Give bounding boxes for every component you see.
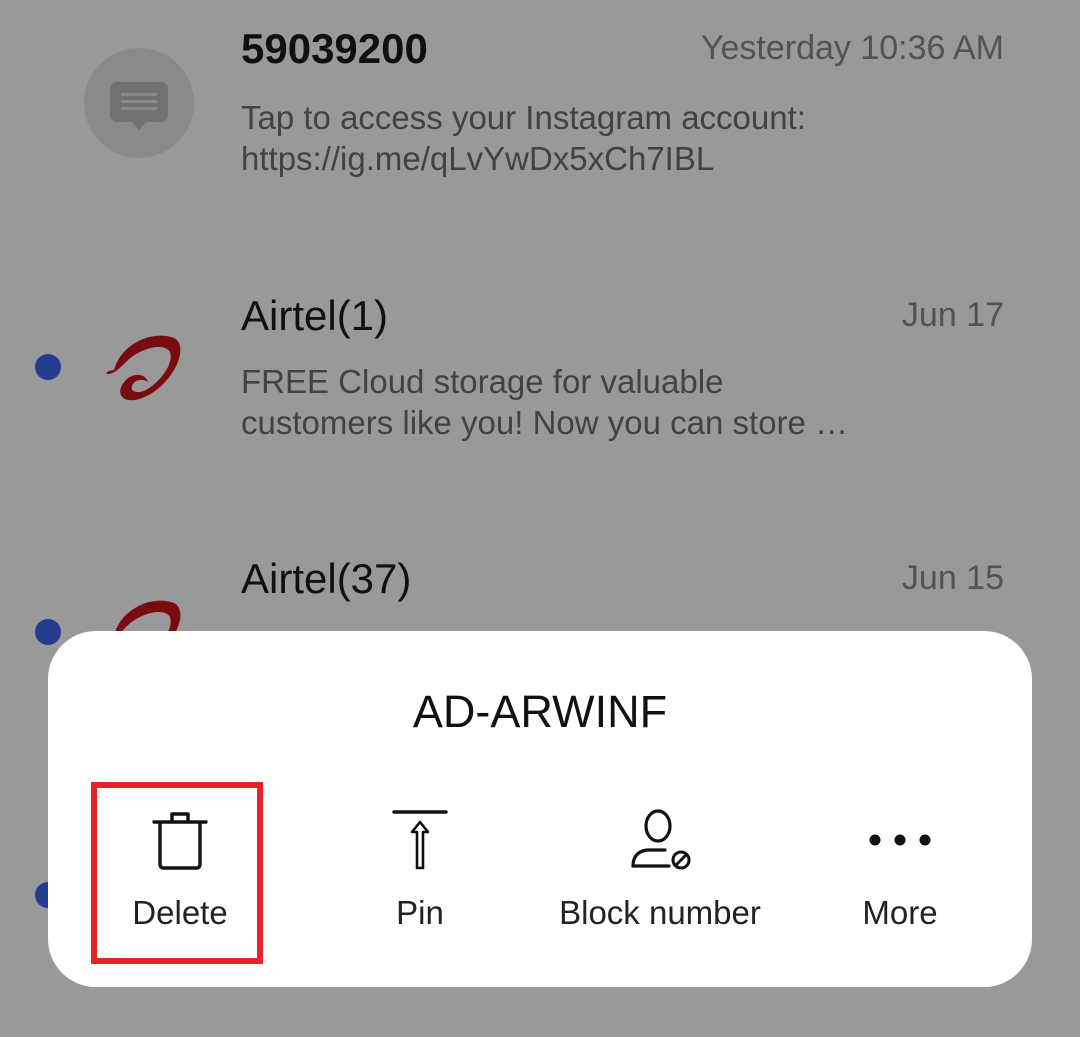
sheet-title: AD-ARWINF [412, 686, 668, 737]
delete-highlight-box [91, 782, 263, 964]
pin-icon [300, 800, 540, 880]
more-button[interactable]: More [780, 790, 1020, 960]
block-user-icon [540, 800, 780, 880]
more-icon [780, 800, 1020, 880]
pin-button[interactable]: Pin [300, 790, 540, 960]
more-label: More [862, 894, 938, 931]
block-number-button[interactable]: Block number [540, 790, 780, 960]
